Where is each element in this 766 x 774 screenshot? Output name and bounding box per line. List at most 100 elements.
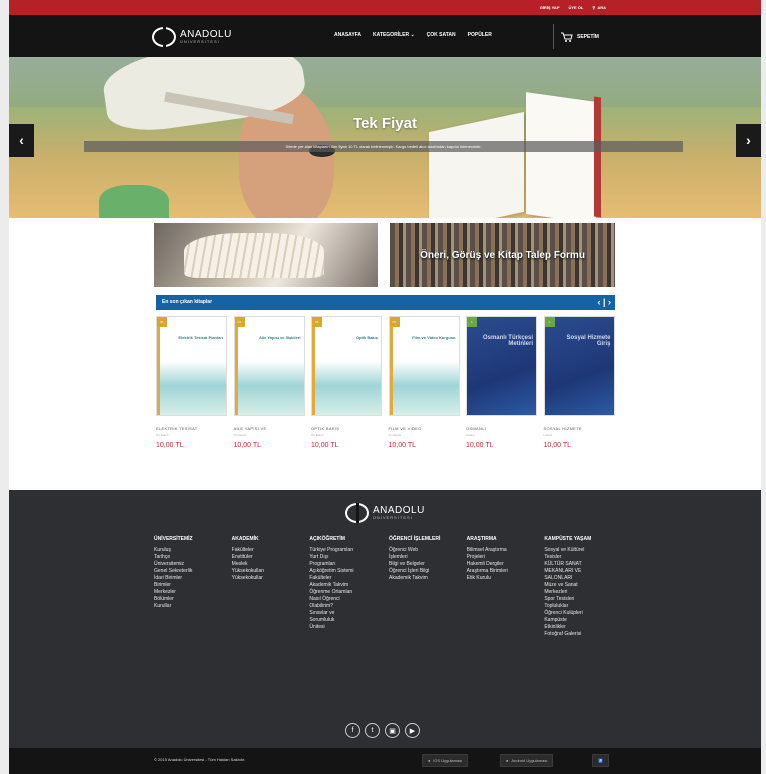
footer-link[interactable]: Birimler: [154, 582, 232, 589]
footer-link[interactable]: Etik Kurulu: [467, 575, 545, 582]
hero-caption: Sitede yer alan kitapların tüm fiyatı 10…: [84, 141, 683, 152]
footer-column: AÇIKÖĞRETİM Türkiye Programları Yurt Dışı P…: [309, 536, 389, 638]
login-link[interactable]: GİRİŞ YAP: [540, 5, 560, 10]
apple-icon: ●: [428, 758, 431, 763]
product-name[interactable]: ELEKTRİK TESİSAT: [156, 426, 227, 431]
footer-link[interactable]: Bilimsel Araştırma: [467, 547, 545, 554]
accessibility-button[interactable]: ♿: [592, 754, 609, 767]
android-app-button[interactable]: ● Android Uygulaması: [500, 754, 554, 767]
product-level: Lisans: [543, 433, 553, 437]
footer-link[interactable]: Öğrenci İşleri Bilgi: [389, 568, 467, 575]
twitter-icon[interactable]: t: [365, 723, 380, 738]
facebook-icon[interactable]: f: [345, 723, 360, 738]
product-card[interactable]: OL Aile Yapısı ve İlişkileri AİLE YAPISI V…: [233, 316, 305, 466]
footer-link[interactable]: Merkezler: [154, 589, 232, 596]
footer-link[interactable]: Öğrenci Kulüpleri: [544, 610, 624, 617]
slider-next-button[interactable]: ›: [736, 124, 761, 157]
carousel-controls[interactable]: ‹ | ›: [597, 295, 611, 310]
footer-link[interactable]: Öğrenci Web: [389, 547, 467, 554]
footer-link[interactable]: Hakemli Dergiler: [467, 561, 545, 568]
brand-logo[interactable]: ANADOLU ÜNİVERSİTESİ: [152, 27, 232, 47]
book-cover[interactable]: L Sosyal Hizmete Giriş: [543, 316, 615, 416]
footer-logo[interactable]: ANADOLU ÜNİVERSİTESİ: [345, 503, 425, 523]
footer-link[interactable]: Topluluklar: [544, 603, 624, 610]
promo-banner-request-form[interactable]: Öneri, Görüş ve Kitap Talep Formu: [390, 223, 615, 287]
nav-item-popular[interactable]: POPÜLER: [468, 32, 492, 38]
footer-link[interactable]: Müze ve Sanat: [544, 582, 624, 589]
product-card[interactable]: OL Optik Bakış OPTİK BAKIŞ Ön lisans 10,00 T…: [311, 316, 382, 466]
new-books-header: En son çıkan kitaplar ‹ | ›: [156, 295, 615, 310]
footer-link[interactable]: Fotoğraf Galerisi: [544, 631, 624, 638]
slider-prev-button[interactable]: ‹: [9, 124, 34, 157]
product-name[interactable]: OSMANLI: [466, 426, 537, 431]
footer-link[interactable]: Ünitesi: [309, 624, 389, 631]
footer-link[interactable]: Akademik Takvim: [389, 575, 467, 582]
footer-link[interactable]: Üniversitemiz: [154, 561, 232, 568]
footer-link[interactable]: İdari Birimler: [154, 575, 232, 582]
register-link[interactable]: ÜYE OL: [569, 5, 584, 10]
footer-link[interactable]: Sınavlar ve: [309, 610, 389, 617]
book-cover[interactable]: L Osmanlı Türkçesi Metinleri: [466, 316, 537, 416]
footer-link[interactable]: İşlemleri: [389, 554, 467, 561]
footer-link[interactable]: Bölümler: [154, 596, 232, 603]
footer-link[interactable]: Kampüste: [544, 617, 624, 624]
product-price: 10,00 TL: [388, 442, 417, 449]
footer-link[interactable]: Fakülteler: [309, 575, 389, 582]
footer-link[interactable]: Kurullar: [154, 603, 232, 610]
search-link[interactable]: ⚲ ARA: [592, 5, 606, 10]
footer-link[interactable]: Nasıl Öğrenci: [309, 596, 389, 603]
footer-link[interactable]: Fakülteler: [232, 547, 310, 554]
footer-link[interactable]: Öğrenme Ortamları: [309, 589, 389, 596]
brand-name: ANADOLU: [180, 29, 232, 40]
cover-title: Osmanlı Türkçesi Metinleri: [482, 335, 533, 347]
footer-link[interactable]: Tesisler: [544, 554, 624, 561]
product-name[interactable]: FİLM VE VİDEO: [389, 426, 460, 431]
footer-link[interactable]: Türkiye Programları: [309, 547, 389, 554]
footer-column-title: ÜNİVERSİTEMİZ: [154, 536, 193, 542]
cart-button[interactable]: SEPETİM: [553, 24, 599, 49]
product-name[interactable]: SOSYAL HİZMETE: [544, 426, 615, 431]
footer-link[interactable]: Meslek: [232, 561, 310, 568]
promo-banner-books[interactable]: [154, 223, 378, 287]
book-cover[interactable]: OL Aile Yapısı ve İlişkileri: [233, 316, 305, 416]
footer-link[interactable]: Programları: [309, 561, 389, 568]
book-spine: [234, 317, 238, 415]
footer-link[interactable]: Enstitüler: [232, 554, 310, 561]
product-card[interactable]: OL Film ve Video Kurgusu FİLM VE VİDEO Ön l…: [388, 316, 460, 466]
footer-link[interactable]: Yüksekokullar: [232, 575, 310, 582]
footer-link[interactable]: Olabilirim?: [309, 603, 389, 610]
nav-item-categories[interactable]: KATEGORİLER ⌄: [373, 32, 415, 38]
footer-link[interactable]: KÜLTÜR SANAT: [544, 561, 624, 568]
footer-link[interactable]: Tarihçe: [154, 554, 232, 561]
footer-link[interactable]: Merkezleri: [544, 589, 624, 596]
footer-link[interactable]: Spor Tesisleri: [544, 596, 624, 603]
footer-link[interactable]: Kuruluş: [154, 547, 232, 554]
product-card[interactable]: OL Elektrik Tesisat Planları ELEKTRİK TESİ…: [156, 316, 227, 466]
book-cover[interactable]: OL Optik Bakış: [311, 316, 382, 416]
footer-link[interactable]: Sorumluluk: [309, 617, 389, 624]
footer-link[interactable]: Etkinlikler: [544, 624, 624, 631]
product-card[interactable]: L Sosyal Hizmete Giriş SOSYAL HİZMETE Lisan…: [543, 316, 615, 466]
cover-title: Elektrik Tesisat Planları: [178, 335, 223, 340]
footer-link[interactable]: Sosyal ve Kültürel: [544, 547, 624, 554]
product-name[interactable]: OPTİK BAKIŞ: [311, 426, 382, 431]
book-cover[interactable]: OL Elektrik Tesisat Planları: [156, 316, 227, 416]
book-cover[interactable]: OL Film ve Video Kurgusu: [388, 316, 460, 416]
footer-link[interactable]: Yurt Dışı: [309, 554, 389, 561]
footer-link[interactable]: Açıköğretim Sistemi: [309, 568, 389, 575]
ios-app-button[interactable]: ● iOS Uygulaması: [422, 754, 469, 767]
instagram-icon[interactable]: ▣: [385, 723, 400, 738]
footer-link[interactable]: Projeleri: [467, 554, 545, 561]
footer-link[interactable]: Bilgi ve Belgeler: [389, 561, 467, 568]
nav-item-bestsellers[interactable]: ÇOK SATAN: [427, 32, 456, 38]
youtube-icon[interactable]: ▶: [405, 723, 420, 738]
footer-link[interactable]: SALONLARI: [544, 575, 624, 582]
footer-link[interactable]: MEKANLARI VE: [544, 568, 624, 575]
product-name[interactable]: AİLE YAPISI VE: [234, 426, 305, 431]
footer-link[interactable]: Genel Sekreterlik: [154, 568, 232, 575]
footer-link[interactable]: Araştırma Birimleri: [467, 568, 545, 575]
nav-item-home[interactable]: ANASAYFA: [334, 32, 361, 38]
footer-link[interactable]: Yüksekokulları: [232, 568, 310, 575]
product-card[interactable]: L Osmanlı Türkçesi Metinleri OSMANLI Lisans…: [466, 316, 537, 466]
footer-link[interactable]: Akademik Takvim: [309, 582, 389, 589]
